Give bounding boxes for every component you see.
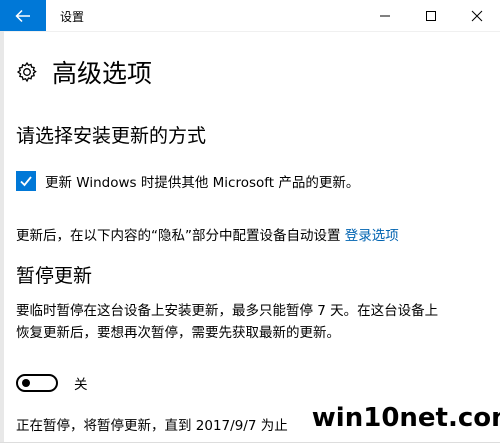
page-header: 高级选项 (16, 52, 152, 92)
back-button[interactable] (0, 0, 46, 31)
window-title: 设置 (60, 10, 85, 24)
pause-description-line2: 恢复更新后，要想再次暂停，需要先获取最新的更新。 (16, 325, 340, 341)
arrow-left-icon (15, 9, 30, 22)
pause-status: 正在暂停，将暂停更新，直到 2017/9/7 为止 (16, 418, 288, 434)
close-icon (471, 10, 483, 21)
checkmark-icon (20, 176, 32, 187)
pause-description: 要临时暂停在这台设备上安装更新，最多只能暂停 7 天。在这台设备上 恢复更新后，… (16, 300, 492, 344)
title-bar: 设置 (0, 0, 500, 32)
sign-in-options-link[interactable]: 登录选项 (345, 228, 399, 244)
pause-toggle[interactable] (16, 374, 58, 392)
update-method-heading: 请选择安装更新的方式 (16, 125, 207, 147)
privacy-info-text: 更新后，在以下内容的“隐私”部分中配置设备自动设置 (16, 228, 345, 244)
other-products-checkbox-label: 更新 Windows 时提供其他 Microsoft 产品的更新。 (45, 175, 360, 191)
gear-icon (16, 61, 37, 83)
toggle-knob (22, 379, 30, 387)
close-button[interactable] (454, 0, 500, 31)
maximize-icon (426, 10, 436, 21)
other-products-checkbox-row[interactable]: 更新 Windows 时提供其他 Microsoft 产品的更新。 (16, 171, 359, 191)
minimize-icon (380, 15, 390, 16)
minimize-button[interactable] (362, 0, 408, 31)
page-title: 高级选项 (52, 59, 153, 88)
pause-toggle-row: 关 (16, 373, 88, 393)
left-edge (0, 31, 4, 443)
other-products-checkbox[interactable] (16, 171, 36, 191)
watermark: win10net.com (312, 392, 500, 443)
pause-toggle-state: 关 (74, 377, 88, 393)
pause-updates-heading: 暂停更新 (16, 265, 93, 287)
privacy-info: 更新后，在以下内容的“隐私”部分中配置设备自动设置 登录选项 (16, 224, 399, 244)
maximize-button[interactable] (408, 0, 454, 31)
pause-description-line1: 要临时暂停在这台设备上安装更新，最多只能暂停 7 天。在这台设备上 (16, 303, 439, 319)
